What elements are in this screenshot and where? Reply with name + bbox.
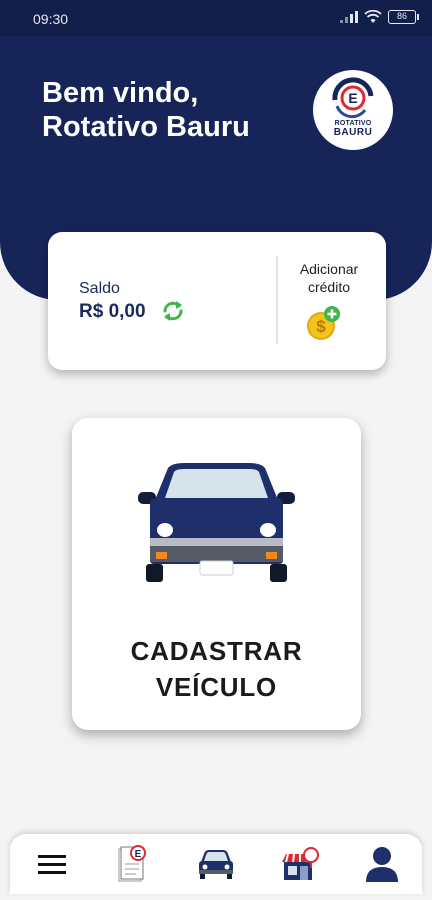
coin-add-icon[interactable]: $ [305,306,341,342]
card-divider [276,256,278,344]
logo-text-top: ROTATIVO [334,120,372,127]
svg-text:$: $ [316,317,326,336]
status-bar: 09:30 86 [0,0,432,36]
balance-value: R$ 0,00 [79,301,146,322]
status-time: 09:30 [33,11,69,27]
rotativo-logo: E ROTATIVO BAURU [313,70,393,150]
car-icon [138,463,295,582]
balance-card: Saldo R$ 0,00 Adicionar crédito $ [48,232,386,370]
welcome-line-1: Bem vindo, [42,77,199,109]
svg-text:E: E [135,849,142,860]
nav-profile[interactable] [360,842,404,886]
profile-icon [366,847,398,882]
car-nav-icon [199,850,233,879]
add-credit-label: Adicionar crédito [299,261,359,295]
signal-icon [340,11,358,23]
nav-vehicles[interactable] [194,842,238,886]
menu-icon [38,855,66,874]
logo-emblem-icon: E [332,77,374,119]
welcome-line-2: Rotativo Bauru [42,111,250,143]
welcome-title: Bem vindo, Rotativo Bauru [42,76,250,144]
nav-ticket[interactable]: E [110,842,154,886]
add-credit-button[interactable]: Adicionar crédito [282,260,376,296]
register-vehicle-label: CADASTRAR VEÍCULO [130,636,303,702]
ticket-icon: E [118,845,146,882]
logo-letter: E [348,90,357,106]
battery-indicator: 86 [388,10,419,24]
logo-text-bottom: BAURU [333,127,373,138]
store-icon [282,847,319,880]
wifi-icon [364,10,382,23]
register-vehicle-card[interactable]: CADASTRAR VEÍCULO [72,418,361,730]
bottom-nav: E [10,834,422,894]
status-icons: 86 [340,10,419,24]
balance-label: Saldo [79,280,120,297]
nav-menu[interactable] [30,842,74,886]
refresh-icon[interactable] [160,298,186,324]
nav-stores[interactable] [278,842,322,886]
